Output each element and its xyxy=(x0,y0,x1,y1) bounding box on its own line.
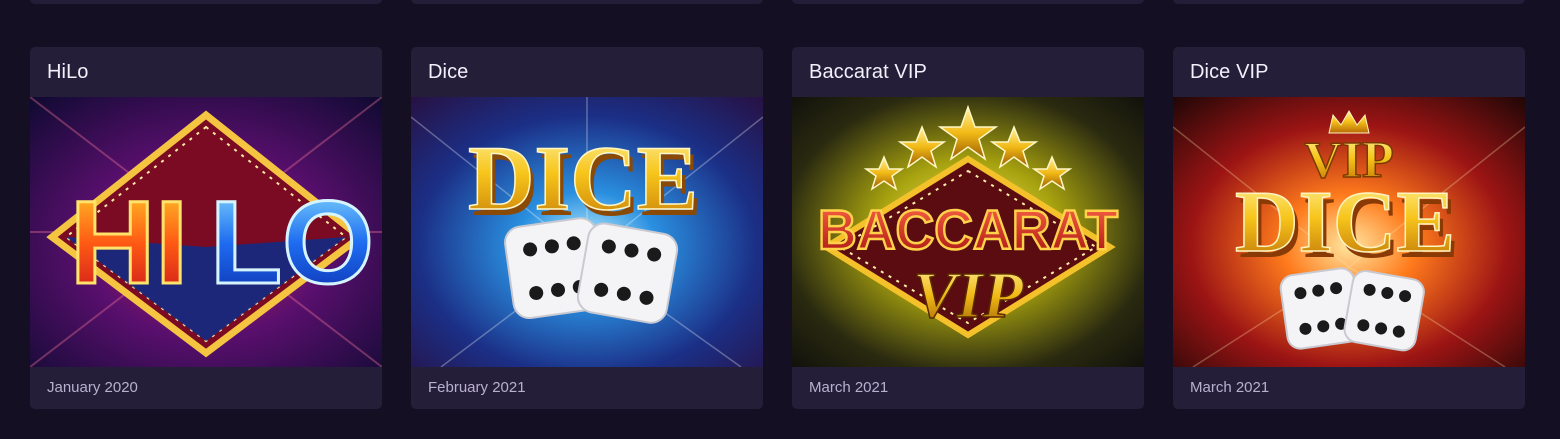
previous-row-edge xyxy=(0,0,1560,6)
game-title: Dice VIP xyxy=(1190,61,1269,83)
release-date: March 2021 xyxy=(809,379,889,396)
previous-card-edge xyxy=(30,0,382,4)
svg-text:DICE: DICE xyxy=(1235,174,1455,271)
game-thumbnail-dice-vip[interactable]: VIP DICE DICE xyxy=(1173,97,1525,367)
svg-text:VIP: VIP xyxy=(913,259,1024,332)
game-thumbnail-baccarat-vip[interactable]: BACCARAT VIP xyxy=(792,97,1144,367)
game-card-dice[interactable]: Dice DICE DICE February 2021 xyxy=(411,47,763,409)
release-date: March 2021 xyxy=(1190,379,1270,396)
previous-card-edge xyxy=(792,0,1144,4)
svg-text:LO: LO xyxy=(210,177,374,309)
game-card-baccarat-vip[interactable]: Baccarat VIP BACCARAT VIP March 2021 xyxy=(792,47,1144,409)
svg-text:HI: HI xyxy=(70,177,188,309)
svg-text:DICE: DICE xyxy=(468,127,698,229)
game-card-dice-vip[interactable]: Dice VIP VIP DICE DICE March 2021 xyxy=(1173,47,1525,409)
release-date: January 2020 xyxy=(47,379,138,396)
game-thumbnail-dice[interactable]: DICE DICE xyxy=(411,97,763,367)
previous-card-edge xyxy=(1173,0,1525,4)
games-grid: HiLo HI LO January 2020 Dice DICE DICE F… xyxy=(30,47,1530,409)
game-title: Baccarat VIP xyxy=(809,61,927,83)
release-date: February 2021 xyxy=(428,379,526,396)
previous-card-edge xyxy=(411,0,763,4)
game-thumbnail-hilo[interactable]: HI LO xyxy=(30,97,382,367)
game-title: HiLo xyxy=(47,61,89,83)
svg-text:BACCARAT: BACCARAT xyxy=(818,198,1118,261)
game-title: Dice xyxy=(428,61,469,83)
game-card-hilo[interactable]: HiLo HI LO January 2020 xyxy=(30,47,382,409)
